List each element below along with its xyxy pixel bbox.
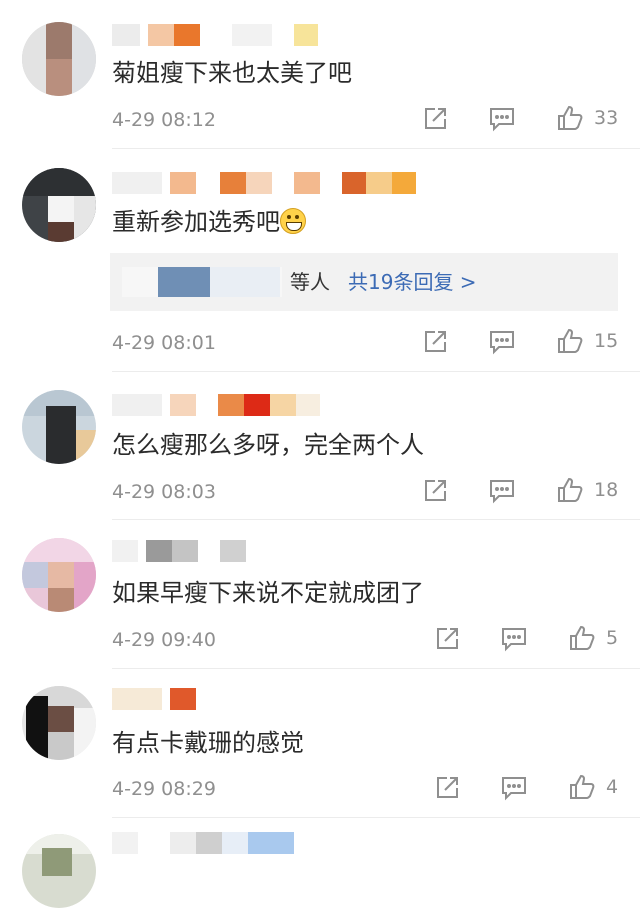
- replies-preview[interactable]: 等人 共19条回复 >: [110, 253, 618, 311]
- username-redacted[interactable]: [112, 688, 202, 710]
- avatar[interactable]: [22, 538, 96, 612]
- share-icon: [425, 331, 446, 352]
- comment-icon: [502, 628, 526, 652]
- share-button[interactable]: [422, 106, 448, 132]
- comment-time: 4-29 08:03: [112, 481, 216, 503]
- avatar[interactable]: [22, 834, 96, 908]
- comment-text: 有点卡戴珊的感觉: [112, 729, 304, 757]
- divider: [112, 148, 640, 149]
- comment-time: 4-29 08:12: [112, 109, 216, 131]
- reply-button[interactable]: [500, 775, 528, 801]
- divider: [112, 519, 640, 520]
- avatar[interactable]: [22, 390, 96, 464]
- avatar[interactable]: [22, 168, 96, 242]
- reply-user-redacted: [122, 267, 282, 297]
- comment-icon: [502, 777, 526, 801]
- comment-text: 重新参加选秀吧: [112, 207, 306, 237]
- like-count: 33: [594, 107, 619, 129]
- like-button[interactable]: 5: [568, 624, 618, 652]
- comment-text-body: 重新参加选秀吧: [112, 208, 280, 236]
- username-redacted[interactable]: [112, 540, 252, 562]
- comment-time: 4-29 08:01: [112, 332, 216, 354]
- share-icon: [425, 480, 446, 501]
- username-redacted[interactable]: [112, 172, 422, 194]
- share-button[interactable]: [434, 775, 460, 801]
- comment-time: 4-29 09:40: [112, 629, 216, 651]
- comment-icon: [490, 331, 514, 355]
- thumbs-up-icon: [558, 328, 583, 353]
- like-count: 5: [606, 627, 619, 649]
- avatar[interactable]: [22, 686, 96, 760]
- username-redacted[interactable]: [112, 832, 302, 854]
- share-button[interactable]: [422, 478, 448, 504]
- thumbs-up-icon: [558, 477, 583, 502]
- reply-users-suffix: 等人: [290, 270, 330, 294]
- comment-icon: [490, 480, 514, 504]
- comment-icon: [490, 108, 514, 132]
- like-button[interactable]: 33: [556, 104, 618, 132]
- comment-text: 菊姐瘦下来也太美了吧: [112, 59, 352, 87]
- comment-time: 4-29 08:29: [112, 778, 216, 800]
- thumbs-up-icon: [570, 774, 595, 799]
- like-button[interactable]: 4: [568, 773, 618, 801]
- share-button[interactable]: [434, 626, 460, 652]
- avatar[interactable]: [22, 22, 96, 96]
- reply-button[interactable]: [500, 626, 528, 652]
- like-count: 15: [594, 330, 619, 352]
- username-redacted[interactable]: [112, 394, 322, 416]
- comment-text: 怎么瘦那么多呀，完全两个人: [112, 431, 424, 459]
- username-redacted[interactable]: [112, 24, 322, 46]
- reply-button[interactable]: [488, 329, 516, 355]
- comment-text: 如果早瘦下来说不定就成团了: [112, 579, 424, 607]
- like-count: 18: [594, 479, 619, 501]
- view-replies-link[interactable]: 共19条回复 >: [348, 253, 477, 311]
- share-button[interactable]: [422, 329, 448, 355]
- like-button[interactable]: 15: [556, 327, 618, 355]
- divider: [112, 817, 640, 818]
- grinning-face-icon: [280, 208, 306, 234]
- reply-button[interactable]: [488, 478, 516, 504]
- like-button[interactable]: 18: [556, 476, 618, 504]
- share-icon: [425, 108, 446, 129]
- share-icon: [437, 777, 458, 798]
- thumbs-up-icon: [570, 625, 595, 650]
- like-count: 4: [606, 776, 619, 798]
- divider: [112, 668, 640, 669]
- thumbs-up-icon: [558, 105, 583, 130]
- divider: [112, 371, 640, 372]
- reply-button[interactable]: [488, 106, 516, 132]
- share-icon: [437, 628, 458, 649]
